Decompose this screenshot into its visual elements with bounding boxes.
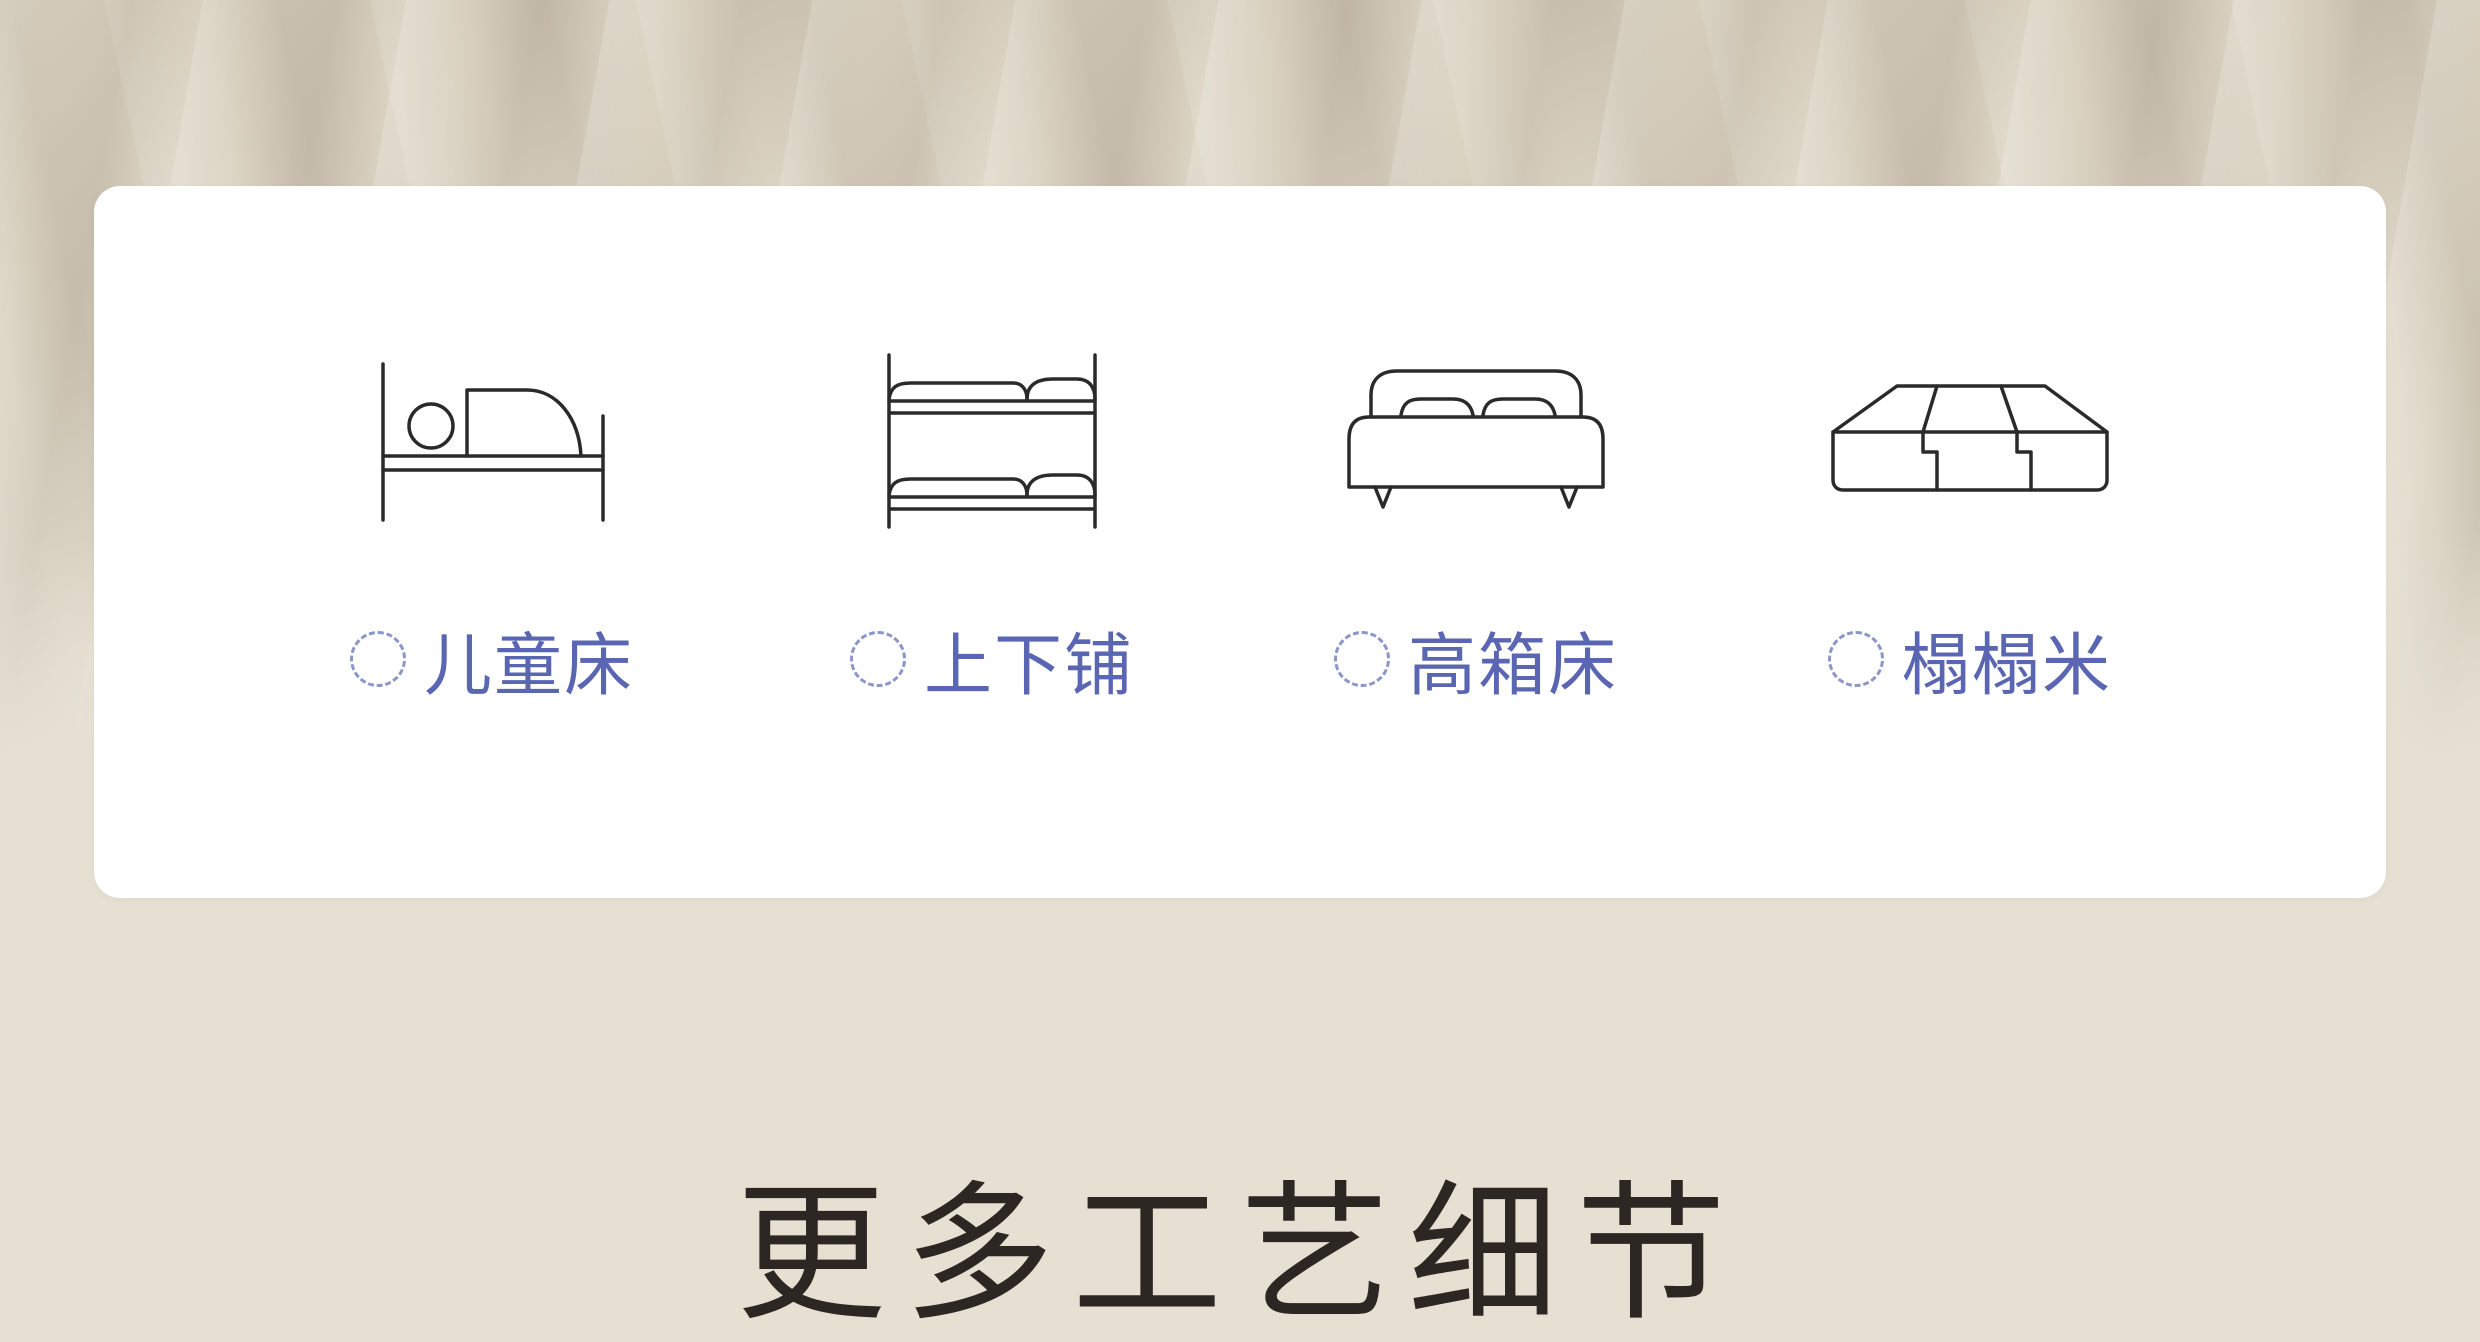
option-label: 儿童床 (423, 626, 634, 706)
radio-kids-bed[interactable] (349, 631, 406, 687)
bed-type-selector-card: 儿童床 上下铺 高箱床 榻榻米 (94, 186, 2386, 898)
option-bunk-bed[interactable]: 上下铺 (782, 186, 1202, 898)
radio-bunk-bed[interactable] (849, 631, 906, 687)
storage-bed-icon (1266, 346, 1686, 536)
radio-storage-bed[interactable] (1333, 631, 1390, 687)
option-storage-bed[interactable]: 高箱床 (1266, 186, 1686, 898)
option-kids-bed[interactable]: 儿童床 (282, 186, 702, 898)
bunk-bed-icon (782, 346, 1202, 536)
kids-bed-icon (282, 346, 702, 536)
tatami-icon (1760, 346, 2180, 536)
option-tatami[interactable]: 榻榻米 (1760, 186, 2180, 898)
option-label: 榻榻米 (1901, 626, 2112, 706)
radio-tatami[interactable] (1827, 631, 1884, 687)
option-label: 上下铺 (923, 626, 1134, 706)
section-headline: 更多工艺细节 (735, 1168, 1744, 1342)
option-label: 高箱床 (1407, 626, 1618, 706)
